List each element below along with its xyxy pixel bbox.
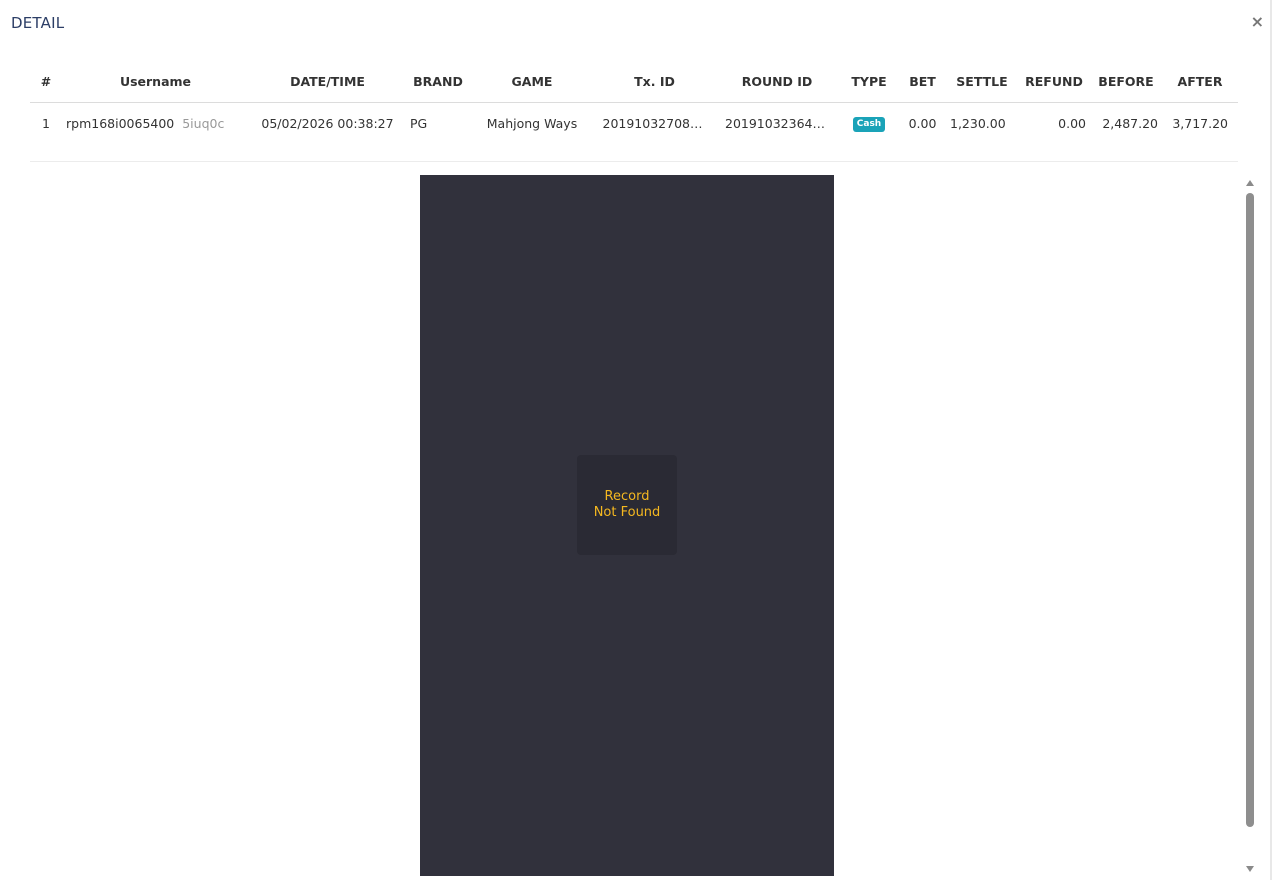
tx-id-text: 2019103270810… (602, 116, 707, 132)
not-found-line1: Record (604, 489, 650, 504)
username-text: rpm168i0065400 (66, 115, 175, 131)
cell-after: 3,717.20 (1172, 115, 1228, 131)
scroll-thumb[interactable] (1246, 193, 1254, 827)
cell-bet: 0.00 (908, 115, 937, 131)
cell-tx-id: 2019103270810… (594, 102, 715, 144)
detail-modal: DETAIL × # Username DATE/TIME BRAND GAME… (0, 0, 1272, 880)
cell-username: rpm168i0065400 5iuq0c (62, 102, 249, 144)
col-header-settle: SETTLE (946, 62, 1018, 103)
col-header-refund: REFUND (1018, 62, 1090, 103)
col-header-before: BEFORE (1090, 62, 1162, 103)
col-header-type: TYPE (839, 62, 899, 103)
vertical-scrollbar[interactable] (1244, 176, 1256, 876)
table-header-row: # Username DATE/TIME BRAND GAME Tx. ID R… (30, 62, 1238, 103)
section-divider (30, 161, 1238, 162)
transaction-table: # Username DATE/TIME BRAND GAME Tx. ID R… (30, 62, 1238, 144)
scroll-up-arrow-icon[interactable] (1246, 180, 1254, 186)
round-id-text: 201910323644… (725, 116, 829, 132)
col-header-datetime: DATE/TIME (249, 62, 406, 103)
modal-title: DETAIL (11, 14, 65, 32)
cell-refund: 0.00 (1058, 115, 1086, 131)
username-alias: 5iuq0c (182, 115, 225, 131)
col-header-after: AFTER (1162, 62, 1238, 103)
cell-before: 2,487.20 (1102, 115, 1158, 131)
record-not-found-message: Record Not Found (594, 489, 661, 521)
type-badge: Cash (852, 117, 886, 133)
col-header-username: Username (62, 62, 249, 103)
col-header-bet: BET (899, 62, 946, 103)
col-header-round-id: ROUND ID (715, 62, 839, 103)
col-header-brand: BRAND (406, 62, 470, 103)
table-row: 1 rpm168i0065400 5iuq0c 05/02/2026 00:38… (30, 102, 1238, 144)
record-not-found-box: Record Not Found (577, 455, 677, 555)
close-icon[interactable]: × (1251, 12, 1264, 31)
cell-round-id: 201910323644… (715, 102, 839, 144)
cell-settle: 1,230.00 (950, 115, 1006, 131)
not-found-line2: Not Found (593, 505, 661, 520)
cell-index: 1 (42, 115, 50, 131)
scroll-down-arrow-icon[interactable] (1246, 866, 1254, 872)
col-header-tx-id: Tx. ID (594, 62, 715, 103)
cell-datetime: 05/02/2026 00:38:27 (261, 115, 394, 131)
col-header-index: # (30, 62, 62, 103)
col-header-game: GAME (470, 62, 594, 103)
cell-type: Cash (839, 102, 899, 144)
cell-brand: PG (410, 115, 428, 131)
game-replay-frame: Record Not Found (420, 175, 834, 876)
cell-game: Mahjong Ways (486, 115, 578, 131)
